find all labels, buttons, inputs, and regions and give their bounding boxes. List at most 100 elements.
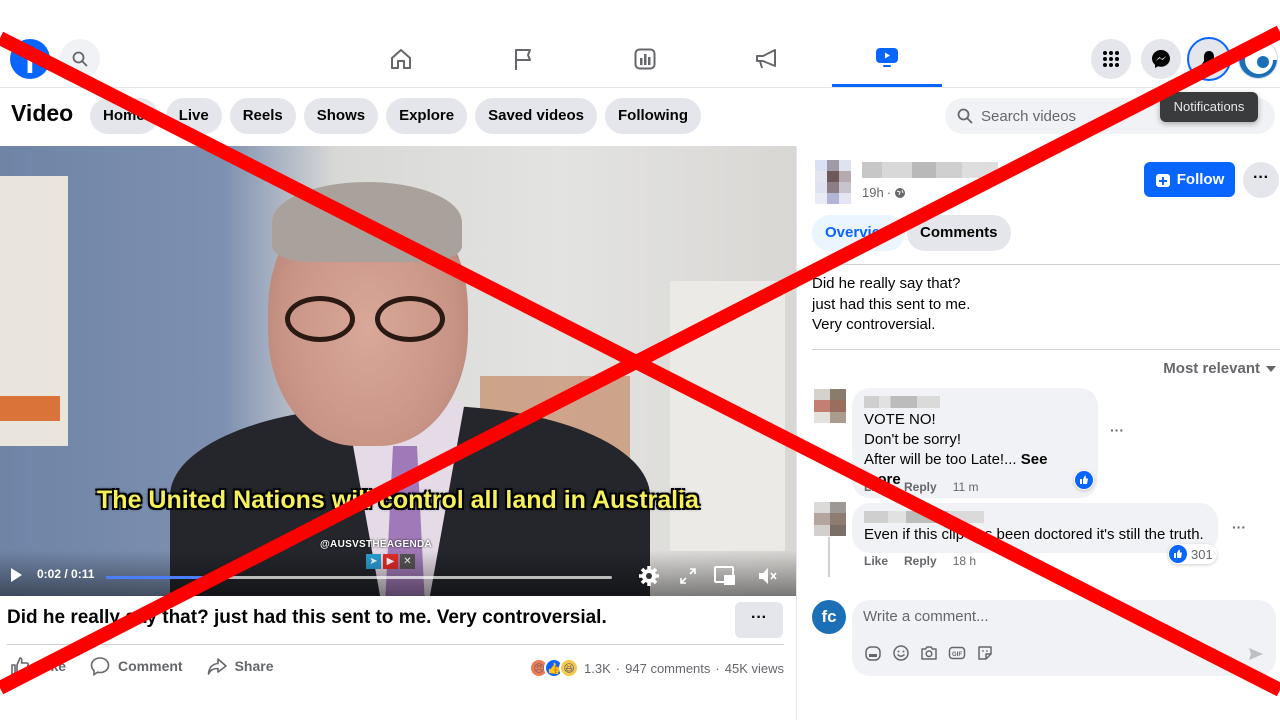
thumbs-up-icon xyxy=(11,657,29,675)
comment-icon xyxy=(90,657,110,676)
post-stats: 😠 👍 😆 1.3K · 947 comments · 45K views xyxy=(529,658,784,678)
comment-time[interactable]: 18 h xyxy=(953,554,976,568)
mute-button[interactable] xyxy=(756,564,780,588)
description-line: Very controversial. xyxy=(812,316,936,333)
comment-time[interactable]: 11 m xyxy=(953,480,979,494)
camera-button[interactable] xyxy=(920,644,938,662)
comment-like-link[interactable]: Like xyxy=(864,480,888,494)
chart-icon xyxy=(634,48,656,69)
pill-live[interactable]: Live xyxy=(165,98,222,134)
reply-thread-line xyxy=(828,537,830,577)
video-background-poster-accent xyxy=(0,396,60,421)
divider xyxy=(812,264,1280,265)
commenter-name-blurred[interactable] xyxy=(864,511,984,523)
caret-down-icon xyxy=(1266,365,1276,372)
expand-button[interactable] xyxy=(676,564,700,588)
nav-tab-insights[interactable] xyxy=(590,30,700,87)
comment-reply-link[interactable]: Reply xyxy=(904,554,937,568)
pill-explore[interactable]: Explore xyxy=(386,98,468,134)
facebook-logo[interactable]: f xyxy=(10,39,50,79)
page-title: Video xyxy=(11,100,74,126)
share-button[interactable]: Share xyxy=(207,656,274,676)
video-progress-bar[interactable] xyxy=(106,576,612,579)
reaction-icons[interactable]: 😠 👍 😆 xyxy=(529,658,580,678)
commenter-name-blurred[interactable] xyxy=(864,396,940,408)
pill-shows[interactable]: Shows xyxy=(303,98,379,134)
search-button[interactable] xyxy=(60,39,100,79)
share-icon xyxy=(207,658,227,675)
comment-label: Comment xyxy=(118,658,183,674)
home-icon xyxy=(391,48,411,69)
gif-button[interactable]: GIF xyxy=(948,644,966,662)
comment-bubble: Even if this clip has been doctored it's… xyxy=(852,503,1218,553)
post-time[interactable]: 19h xyxy=(862,185,884,200)
apps-grid-icon xyxy=(1103,51,1119,67)
author-avatar-blurred[interactable] xyxy=(815,160,851,204)
commenter-avatar-blurred[interactable] xyxy=(814,389,846,423)
comment-reactions[interactable]: 301 xyxy=(1168,544,1217,564)
follow-button[interactable]: Follow xyxy=(1144,162,1235,197)
expand-icon xyxy=(680,568,696,584)
comment-reactions[interactable] xyxy=(1074,470,1094,490)
post-actions: Like Comment Share xyxy=(10,656,274,676)
comment-sort-dropdown[interactable]: Most relevant xyxy=(1163,360,1276,377)
miniplayer-button[interactable] xyxy=(713,564,737,588)
comment-button[interactable]: Comment xyxy=(90,656,183,676)
sticker-button[interactable] xyxy=(976,644,994,662)
commenter-avatar-blurred[interactable] xyxy=(814,502,846,536)
video-watermark: @AUSVSTHEAGENDA xyxy=(320,539,433,550)
pill-reels[interactable]: Reels xyxy=(229,98,296,134)
video-progress-fill xyxy=(106,576,208,579)
notifications-tooltip: Notifications xyxy=(1160,92,1258,122)
nav-tab-home[interactable] xyxy=(346,30,456,87)
messenger-button[interactable] xyxy=(1141,39,1181,79)
author-name-blurred[interactable] xyxy=(862,162,998,178)
gear-icon xyxy=(639,566,659,586)
play-button[interactable] xyxy=(8,567,24,583)
comment-reply-link[interactable]: Reply xyxy=(904,480,937,494)
reaction-count[interactable]: 1.3K xyxy=(584,661,611,676)
post-title: Did he really say that? just had this se… xyxy=(7,607,607,628)
nav-tab-video[interactable] xyxy=(832,30,942,87)
nav-tab-ads[interactable] xyxy=(712,30,822,87)
svg-text:GIF: GIF xyxy=(952,652,962,658)
avatar-sticker-button[interactable] xyxy=(864,644,882,662)
my-avatar[interactable]: fc xyxy=(812,600,846,634)
separator: · xyxy=(715,660,720,676)
send-comment-button[interactable] xyxy=(1248,646,1264,667)
sort-label: Most relevant xyxy=(1163,360,1260,377)
post-options-button[interactable]: ··· xyxy=(735,602,783,638)
emoji-button[interactable] xyxy=(892,644,910,662)
like-button[interactable]: Like xyxy=(10,656,66,676)
comments-count[interactable]: 947 comments xyxy=(625,661,710,676)
tab-comments[interactable]: Comments xyxy=(907,215,1011,251)
video-icon xyxy=(876,48,898,67)
comment-options-button[interactable]: ··· xyxy=(1110,422,1124,438)
pill-following[interactable]: Following xyxy=(605,98,701,134)
video-player[interactable]: The United Nations will control all land… xyxy=(0,146,796,596)
nav-tab-pages[interactable] xyxy=(468,30,578,87)
search-icon xyxy=(957,108,973,124)
comment-like-link[interactable]: Like xyxy=(864,554,888,568)
comment-options-button[interactable]: ··· xyxy=(1232,519,1246,535)
composer-tools: GIF xyxy=(864,644,994,662)
separator: · xyxy=(615,660,621,676)
pill-home[interactable]: Home xyxy=(90,98,158,134)
sidebar-options-button[interactable]: ··· xyxy=(1243,162,1279,198)
comment-like-count: 301 xyxy=(1191,546,1213,562)
settings-button[interactable] xyxy=(637,564,661,588)
camera-icon xyxy=(921,646,937,660)
sticker-icon xyxy=(978,646,992,660)
description-line: Did he really say that? xyxy=(812,275,961,292)
video-subheader: Video Home Live Reels Shows Explore Save… xyxy=(0,90,1280,144)
menu-button[interactable] xyxy=(1091,39,1131,79)
like-reaction-icon xyxy=(1075,471,1093,489)
pill-saved-videos[interactable]: Saved videos xyxy=(475,98,597,134)
tab-overview[interactable]: Overview xyxy=(812,215,905,251)
like-reaction-icon xyxy=(1169,545,1187,563)
messenger-icon xyxy=(1152,50,1170,68)
notifications-button[interactable] xyxy=(1187,37,1231,81)
profile-avatar[interactable] xyxy=(1238,39,1278,79)
video-person-hair xyxy=(272,182,462,262)
comment-input[interactable] xyxy=(863,608,1243,625)
